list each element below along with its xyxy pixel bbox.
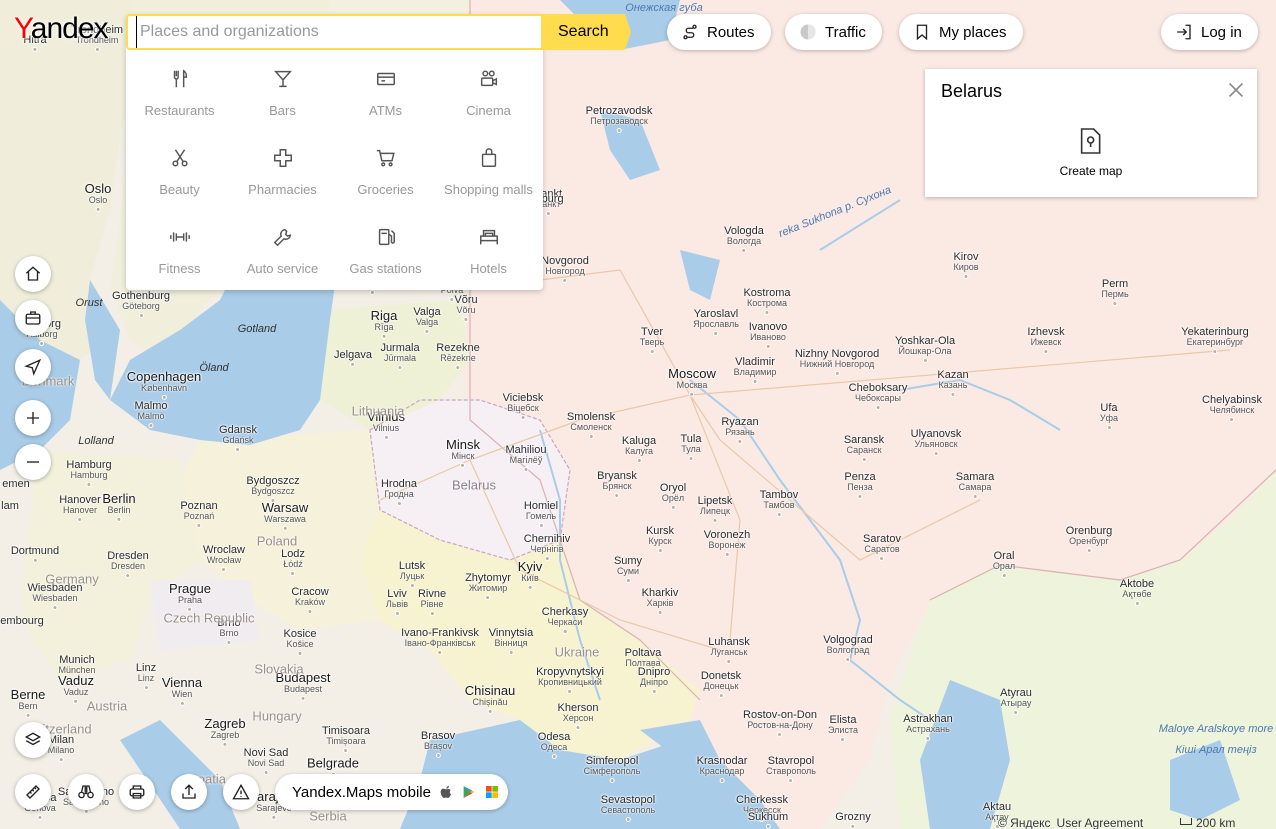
binoculars-icon [78,785,94,799]
category-auto-service[interactable]: Auto service [231,218,334,297]
category-label: Beauty [159,182,200,197]
category-label: Groceries [357,182,414,197]
category-restaurants[interactable]: Restaurants [128,60,231,139]
home-button[interactable] [15,256,51,292]
printer-icon [129,785,145,799]
category-cinema[interactable]: Cinema [437,60,540,139]
warning-icon [232,783,250,800]
my-places-label: My places [939,23,1007,41]
category-grid: Restaurants Bars ATMs Cinema Beauty Phar… [128,60,540,297]
routes-button[interactable]: Routes [667,14,771,50]
layers-icon [24,732,42,746]
category-label: Pharmacies [248,182,317,197]
pharmacy-cross-icon [273,149,292,167]
minus-icon [27,461,39,463]
create-map-button[interactable]: Create map [1059,127,1123,178]
zoom-out-button[interactable] [15,444,51,480]
close-icon[interactable] [1225,79,1247,101]
login-icon [1177,24,1191,40]
category-label: Gas stations [349,261,422,276]
category-bars[interactable]: Bars [231,60,334,139]
my-places-button[interactable]: My places [899,14,1023,50]
login-button[interactable]: Log in [1161,14,1258,50]
fork-knife-icon [173,69,187,88]
map-scale: 200 km [1180,816,1235,829]
traffic-icon [800,24,816,40]
work-button[interactable] [15,300,51,336]
routes-label: Routes [707,23,755,41]
bed-icon [479,229,498,245]
category-beauty[interactable]: Beauty [128,139,231,218]
traffic-button[interactable]: Traffic [785,14,882,50]
bookmark-icon [916,24,928,41]
category-pharmacies[interactable]: Pharmacies [231,139,334,218]
search-bar [126,14,543,50]
cocktail-icon [273,70,292,88]
create-map-label: Create map [1059,164,1123,178]
category-atms[interactable]: ATMs [334,60,437,139]
category-shopping-malls[interactable]: Shopping malls [437,139,540,218]
apple-icon [440,786,451,798]
panorama-button[interactable] [68,774,104,810]
zoom-in-button[interactable] [15,400,51,436]
ruler-button[interactable] [15,774,51,810]
category-label: Hotels [470,261,507,276]
category-groceries[interactable]: Groceries [334,139,437,218]
mobile-app-label: Yandex.Maps mobile [292,783,431,801]
category-hotels[interactable]: Hotels [437,218,540,297]
copyright-text: © Яндекс [998,816,1051,829]
logo-text: andex [30,12,109,45]
briefcase-icon [25,311,41,325]
share-button[interactable] [171,774,207,810]
print-button[interactable] [119,774,155,810]
search-input[interactable] [136,16,536,48]
category-label: Fitness [158,261,201,276]
login-label: Log in [1201,23,1242,41]
shopping-bag-icon [481,148,496,167]
google-play-icon [463,786,475,798]
layers-button[interactable] [15,722,51,758]
dumbbell-icon [169,232,190,242]
info-card-title: Belarus [941,81,1003,101]
route-icon [683,24,697,40]
mobile-app-promo[interactable]: Yandex.Maps mobile [275,774,508,810]
scissors-icon [171,149,188,167]
user-agreement-link[interactable]: User Agreement [1057,816,1144,829]
info-card: Belarus Create map [925,69,1257,197]
plus-icon [27,412,39,424]
wrench-icon [273,228,291,247]
ruler-icon [26,785,40,799]
category-gas-stations[interactable]: Gas stations [334,218,437,297]
atm-icon [376,72,395,86]
home-icon [25,266,41,281]
category-label: Restaurants [144,103,215,118]
create-map-icon [1081,128,1101,154]
category-label: Auto service [246,261,319,276]
category-fitness[interactable]: Fitness [128,218,231,297]
category-label: Bars [269,103,296,118]
shopping-cart-icon [376,149,395,167]
fuel-pump-icon [378,228,395,246]
search-button[interactable]: Search [543,14,631,50]
film-camera-icon [480,70,497,87]
report-error-button[interactable] [223,774,259,810]
traffic-label: Traffic [825,23,866,41]
category-label: ATMs [369,103,402,118]
location-arrow-icon [24,358,42,376]
category-label: Cinema [466,103,511,118]
my-location-button[interactable] [15,349,51,385]
category-label: Shopping malls [444,182,533,197]
windows-icon [485,786,498,798]
yandex-logo[interactable]: Yandex [14,12,109,46]
copyright: © Яндекс User Agreement [998,816,1143,829]
scale-bar [1180,818,1192,825]
scale-label: 200 km [1196,816,1236,829]
share-icon [182,784,196,799]
